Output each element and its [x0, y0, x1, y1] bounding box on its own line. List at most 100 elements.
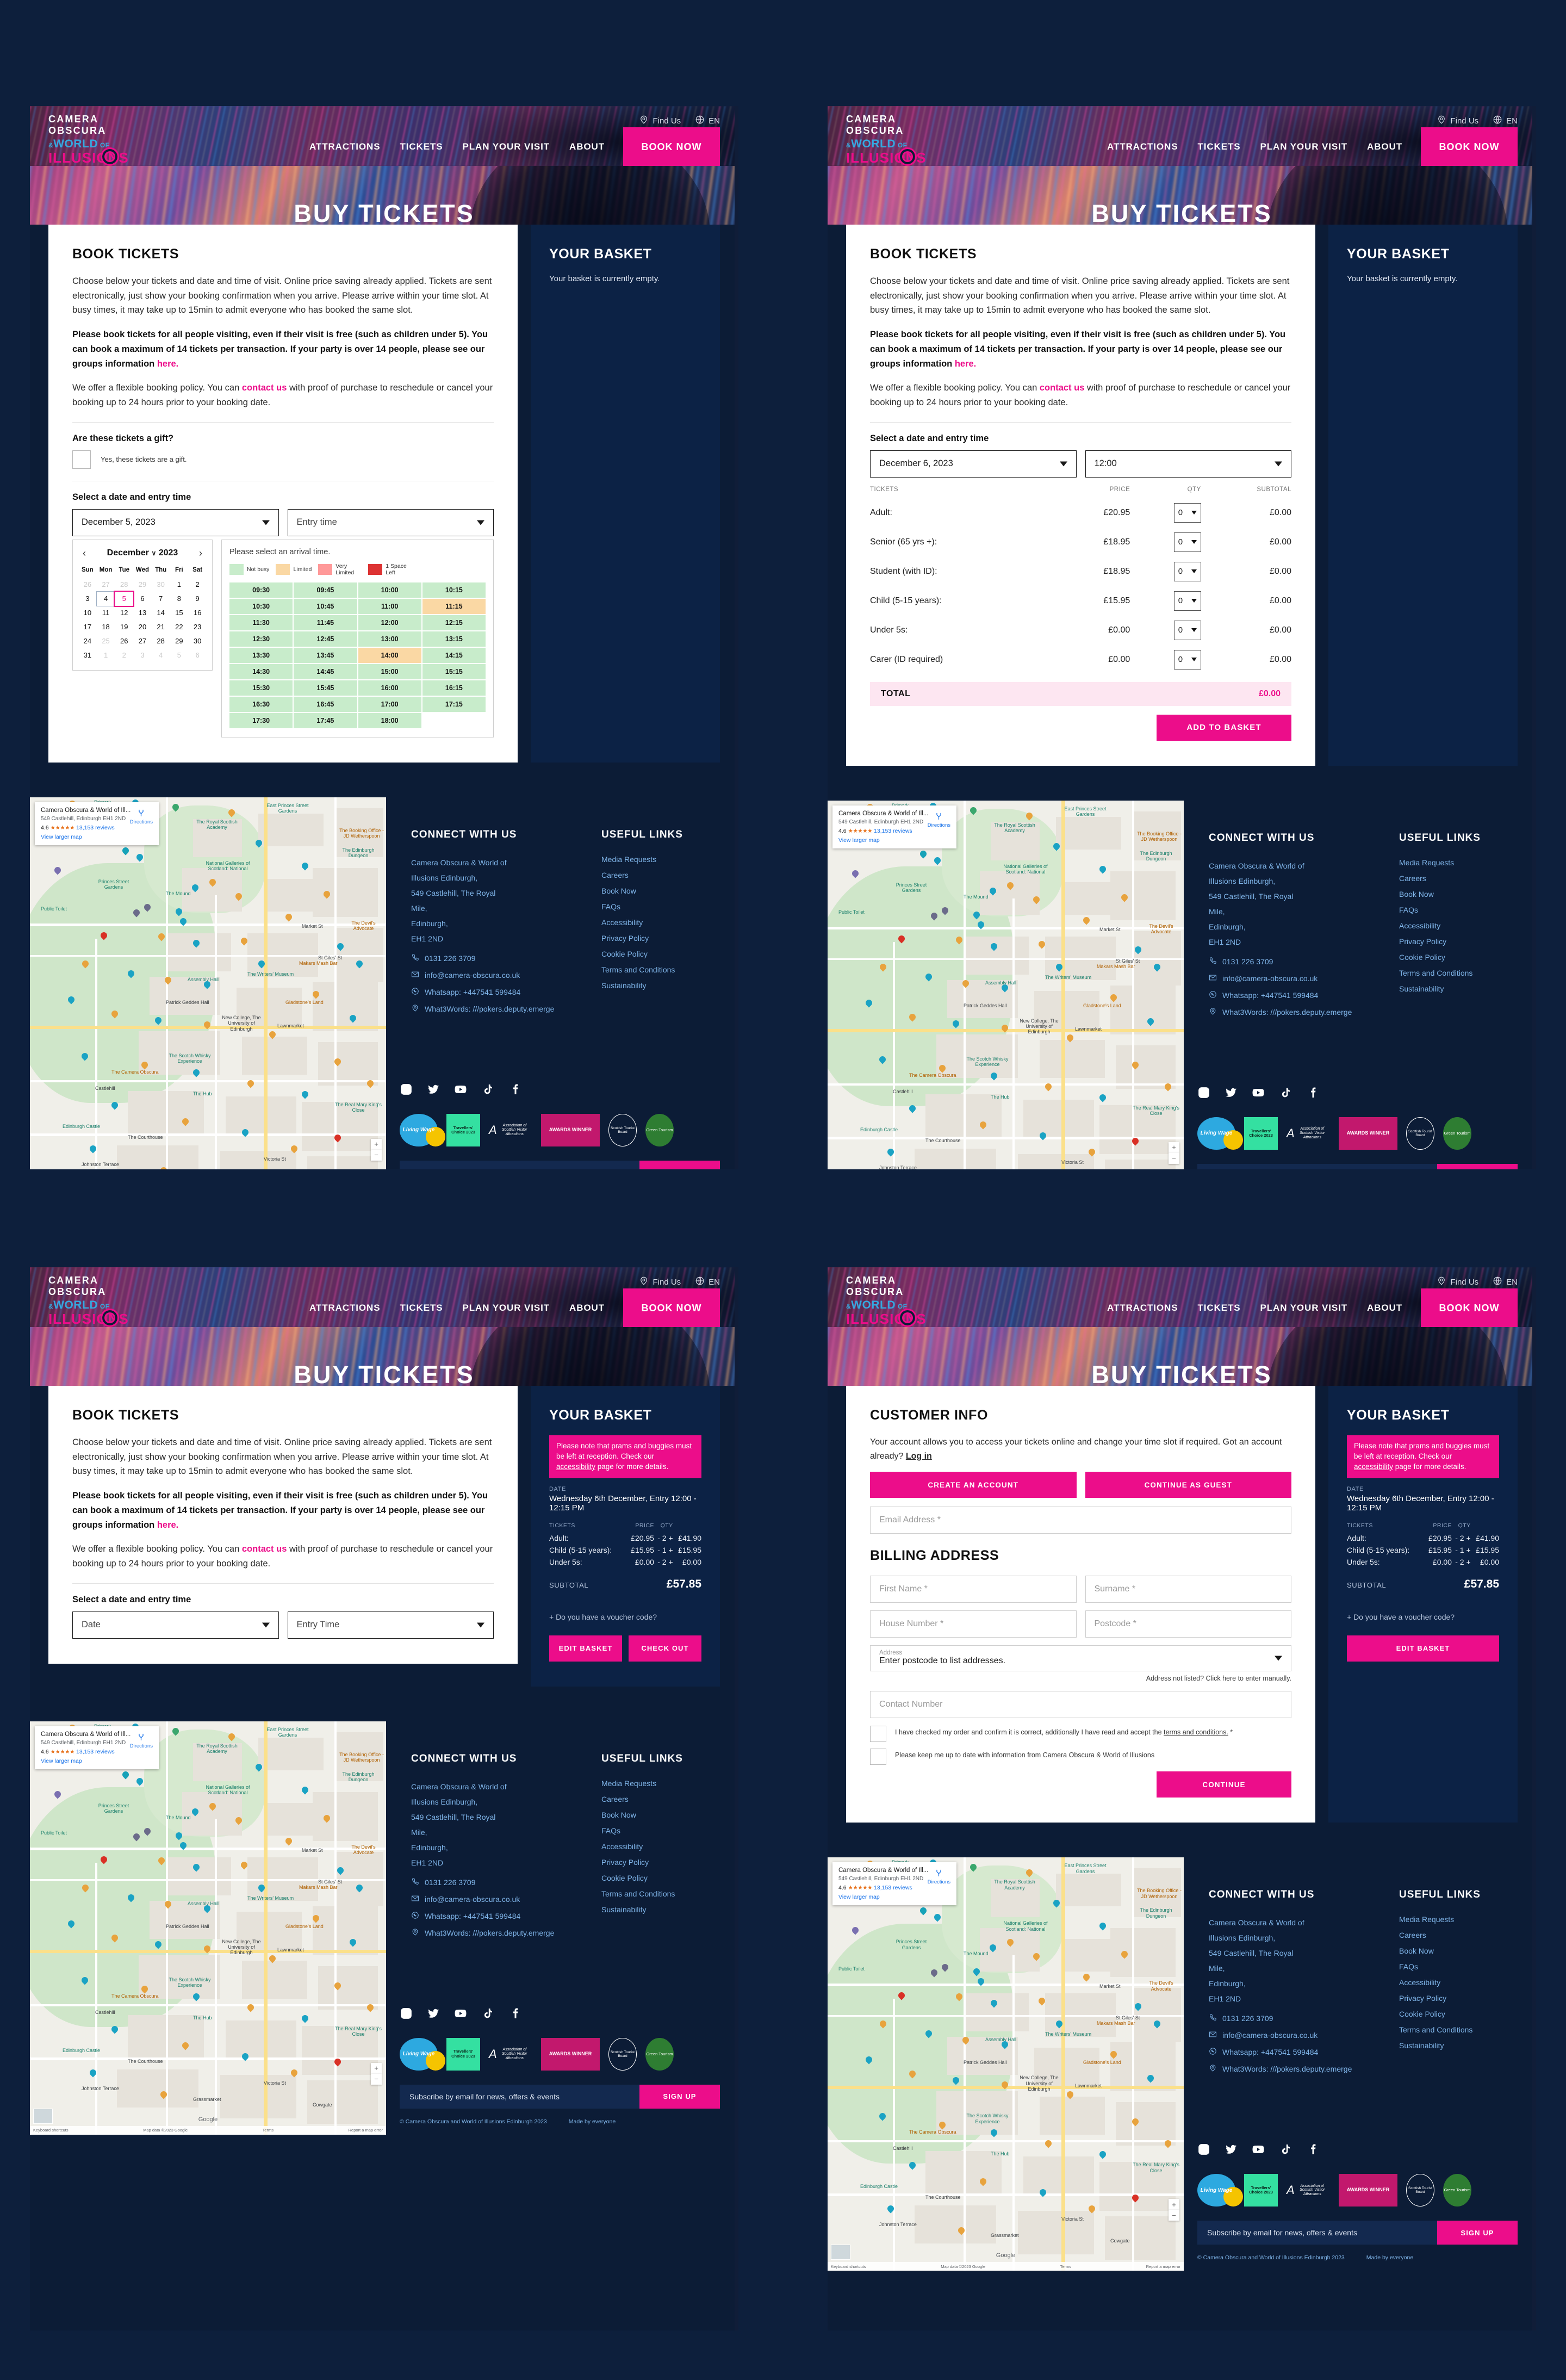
map-marker-pin[interactable] [333, 1133, 343, 1144]
map-marker-pin[interactable] [850, 1925, 860, 1937]
map-marker-pin[interactable] [1052, 841, 1061, 853]
map-marker-pin[interactable] [961, 2035, 971, 2047]
map-marker-pin[interactable] [208, 1801, 217, 1813]
contact-whatsapp[interactable]: Whatsapp: +447541 599484 [1209, 2047, 1366, 2057]
footer-link-book-now[interactable]: Book Now [1399, 1947, 1536, 1955]
map-marker-pin[interactable] [300, 1089, 310, 1101]
map-marker-pin[interactable] [322, 1813, 332, 1825]
location-map[interactable]: East Princes Street Gardens The Royal Sco… [30, 797, 386, 1169]
location-map[interactable]: East Princes Street Gardens The Royal Sco… [30, 1721, 386, 2135]
map-marker-pin[interactable] [940, 1962, 950, 1974]
time-slot-button[interactable]: 13:15 [422, 631, 486, 647]
footer-link-accessibility[interactable]: Accessibility [601, 1842, 738, 1851]
contact-us-link[interactable]: contact us [242, 1544, 287, 1554]
time-slot-button[interactable]: 10:45 [294, 598, 357, 614]
time-slot-button[interactable]: 09:45 [294, 582, 357, 598]
groups-info-link[interactable]: here. [955, 359, 976, 369]
map-marker-pin[interactable] [159, 2090, 169, 2101]
map-marker-pin[interactable] [289, 1144, 299, 1155]
made-by-link[interactable]: Made by everyone [569, 2118, 616, 2125]
time-slot-button[interactable]: 12:00 [358, 615, 421, 630]
calendar-day-cell[interactable]: 26 [115, 634, 133, 648]
time-slot-button[interactable]: 09:30 [229, 582, 293, 598]
utility-item-location-pin[interactable]: Find Us [1437, 1276, 1478, 1288]
calendar-day-cell[interactable]: 5 [114, 590, 135, 607]
map-marker-pin[interactable] [918, 849, 928, 860]
surname-field[interactable]: Surname * [1085, 1576, 1291, 1603]
map-marker-pin[interactable] [976, 920, 986, 931]
continue-button[interactable]: CONTINUE [1157, 1771, 1291, 1798]
calendar-day-cell[interactable]: 11 [97, 606, 115, 620]
map-marker-pin[interactable] [348, 1013, 358, 1025]
calendar-day-cell[interactable]: 23 [188, 620, 207, 634]
map-marker-pin[interactable] [1130, 1136, 1140, 1148]
map-marker-pin[interactable] [121, 1770, 130, 1781]
gift-checkbox-row[interactable]: Yes, these tickets are a gift. [72, 450, 494, 469]
marketing-checkbox-row[interactable]: Please keep me up to date with informati… [870, 1749, 1291, 1765]
footer-link-sustainability[interactable]: Sustainability [601, 1905, 738, 1914]
map-marker-pin[interactable] [1065, 2090, 1075, 2101]
sign-up-button[interactable]: SIGN UP [639, 2084, 720, 2109]
map-marker-pin[interactable] [1031, 895, 1041, 906]
twitter-icon[interactable] [1225, 1086, 1238, 1102]
contact-phone[interactable]: 0131 226 3709 [411, 953, 569, 963]
entry-time-select[interactable]: Entry time [287, 509, 494, 536]
calendar-day-cell[interactable]: 4 [96, 591, 116, 606]
time-slot-button[interactable]: 13:45 [294, 647, 357, 663]
map-marker-pin[interactable] [53, 1789, 63, 1801]
map-marker-pin[interactable] [66, 1919, 76, 1930]
calendar-day-cell[interactable]: 6 [188, 648, 207, 662]
map-marker-pin[interactable] [897, 1991, 906, 2002]
footer-link-privacy-policy[interactable]: Privacy Policy [1399, 937, 1536, 946]
map-zoom-controls[interactable]: + − [371, 2062, 382, 2085]
map-marker-pin[interactable] [181, 1117, 190, 1128]
nav-item-tickets[interactable]: TICKETS [390, 131, 452, 163]
map-view-larger-link[interactable]: View larger map [838, 1894, 950, 1900]
map-marker-pin[interactable] [978, 2177, 988, 2188]
calendar-day-cell[interactable]: 1 [170, 578, 189, 592]
footer-link-careers[interactable]: Careers [601, 1795, 738, 1803]
map-marker-pin[interactable] [1120, 1949, 1129, 1961]
map-marker-pin[interactable] [929, 1968, 939, 1979]
map-marker-pin[interactable] [227, 1732, 237, 1743]
calendar-day-cell[interactable]: 20 [133, 620, 152, 634]
map-marker-pin[interactable] [1146, 2073, 1155, 2085]
nav-item-attractions[interactable]: ATTRACTIONS [1097, 1292, 1188, 1324]
map-marker-pin[interactable] [954, 935, 964, 946]
time-slot-button[interactable]: 15:15 [422, 664, 486, 679]
footer-link-book-now[interactable]: Book Now [1399, 890, 1536, 898]
date-select[interactable]: December 6, 2023 [870, 450, 1077, 478]
time-slot-button[interactable]: 16:15 [422, 680, 486, 696]
map-marker-pin[interactable] [335, 1865, 345, 1877]
facebook-icon[interactable] [508, 2007, 521, 2023]
youtube-icon[interactable] [1252, 2143, 1265, 2159]
footer-link-terms-and-conditions[interactable]: Terms and Conditions [1399, 969, 1536, 977]
continue-as-guest-button[interactable]: CONTINUE AS GUEST [1085, 1472, 1291, 1498]
book-now-button[interactable]: BOOK NOW [623, 127, 720, 166]
instagram-icon[interactable] [1197, 2143, 1210, 2159]
map-zoom-out-button[interactable]: − [1169, 1152, 1179, 1164]
map-marker-pin[interactable] [132, 1832, 141, 1843]
map-zoom-out-button[interactable]: − [371, 1149, 382, 1161]
map-zoom-out-button[interactable]: − [1169, 2210, 1179, 2221]
calendar-day-cell[interactable]: 13 [133, 606, 152, 620]
footer-link-sustainability[interactable]: Sustainability [601, 981, 738, 990]
calendar-day-cell[interactable]: 27 [133, 634, 152, 648]
map-marker-pin[interactable] [1152, 2019, 1162, 2030]
map-directions-button[interactable]: Directions [928, 1868, 950, 1885]
map-marker-pin[interactable] [140, 1984, 150, 1995]
map-marker-pin[interactable] [989, 1998, 999, 2010]
map-marker-pin[interactable] [365, 1079, 375, 1090]
map-marker-pin[interactable] [1120, 892, 1129, 904]
map-marker-pin[interactable] [268, 1030, 277, 1041]
nav-item-tickets[interactable]: TICKETS [1188, 1292, 1250, 1324]
map-view-larger-link[interactable]: View larger map [41, 834, 153, 840]
map-marker-pin[interactable] [989, 2128, 999, 2139]
contact-mail[interactable]: info@camera-obscura.co.uk [1209, 2030, 1366, 2040]
map-marker-pin[interactable] [1038, 2187, 1048, 2199]
map-marker-pin[interactable] [1065, 1033, 1075, 1044]
map-marker-pin[interactable] [110, 2024, 120, 2036]
time-slot-button[interactable]: 18:00 [358, 712, 421, 728]
map-marker-pin[interactable] [333, 1057, 343, 1068]
calendar-day-cell[interactable]: 24 [78, 634, 97, 648]
